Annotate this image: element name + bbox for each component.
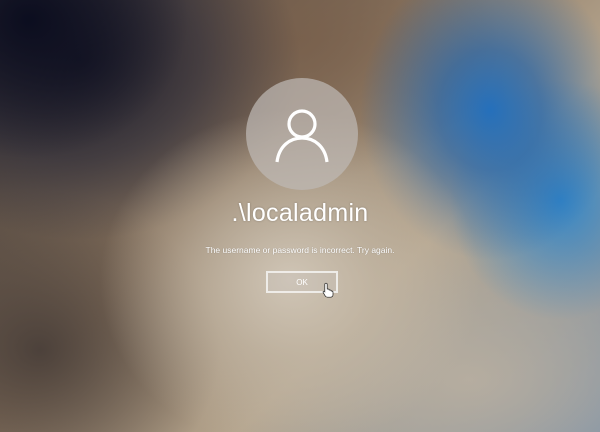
hand-pointer-icon — [322, 282, 334, 298]
background-shadow — [0, 0, 190, 160]
error-message: The username or password is incorrect. T… — [205, 245, 395, 255]
user-avatar — [246, 78, 358, 190]
username-label: .\localadmin — [231, 199, 369, 227]
user-icon — [275, 109, 329, 163]
ok-button-label: OK — [296, 277, 308, 287]
lock-screen: .\localadmin The username or password is… — [0, 0, 600, 432]
